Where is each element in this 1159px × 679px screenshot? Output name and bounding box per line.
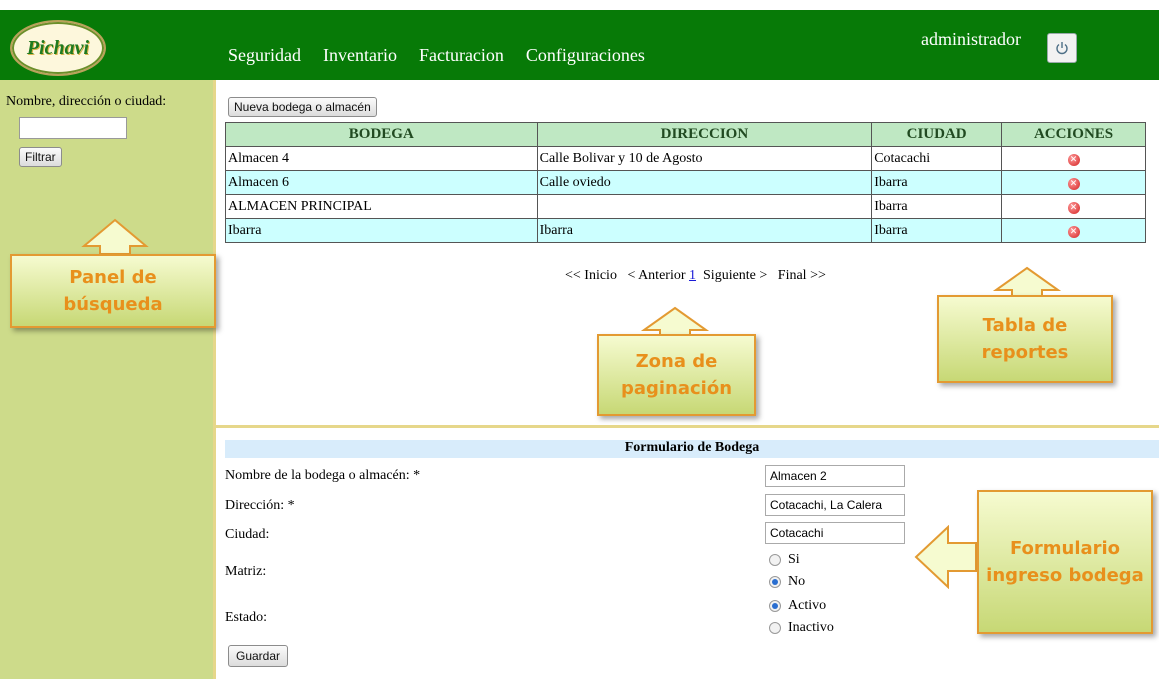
delete-icon[interactable]: ✕ — [1067, 177, 1080, 190]
pager-next[interactable]: Siguiente > — [703, 268, 767, 283]
cell-ciudad: Ibarra — [871, 218, 1003, 243]
pager-first[interactable]: << Inicio — [565, 268, 617, 283]
save-button[interactable]: Guardar — [228, 645, 289, 667]
annotation-line: reportes — [981, 342, 1069, 363]
section-divider — [216, 425, 1159, 428]
annotation-line: ingreso bodega — [986, 565, 1144, 586]
pagination: << Inicio < Anterior 1 Siguiente > Final… — [565, 268, 826, 284]
search-panel: Nombre, dirección o ciudad: Filtrar — [0, 80, 216, 679]
column-header-direccion[interactable]: DIRECCION — [536, 122, 873, 147]
cell-bodega: Almacen 6 — [225, 170, 538, 195]
estado-option-activo[interactable]: Activo — [769, 598, 826, 614]
table-row[interactable]: Ibarra Ibarra Ibarra ✕ — [225, 218, 1146, 243]
annotation-form: Formulario ingreso bodega — [977, 490, 1153, 634]
search-input[interactable] — [19, 117, 127, 139]
cell-direccion — [536, 194, 873, 219]
radio-label: No — [788, 574, 806, 589]
app-logo[interactable]: Pichavi — [10, 20, 106, 76]
cell-direccion: Calle Bolivar y 10 de Agosto — [536, 146, 873, 171]
radio-selected-icon — [769, 600, 781, 612]
estado-option-inactivo[interactable]: Inactivo — [769, 620, 834, 636]
matriz-option-no[interactable]: No — [769, 574, 805, 590]
annotation-pagination: Zona de paginación — [597, 334, 756, 416]
menu-item-inventario[interactable]: Inventario — [323, 45, 397, 66]
cell-bodega: Ibarra — [225, 218, 538, 243]
name-field[interactable]: Almacen 2 — [765, 465, 905, 487]
arrow-up-icon — [81, 218, 149, 255]
menu-item-seguridad[interactable]: Seguridad — [228, 45, 301, 66]
menu-item-configuraciones[interactable]: Configuraciones — [526, 45, 645, 66]
estado-label: Estado: — [225, 610, 267, 625]
arrow-left-icon — [914, 525, 977, 589]
annotation-search-panel: Panel de búsqueda — [10, 254, 216, 328]
annotation-line: Tabla de — [982, 315, 1068, 336]
logo-text: Pichavi — [26, 36, 90, 59]
form-title: Formulario de Bodega — [225, 440, 1159, 458]
new-warehouse-button[interactable]: Nueva bodega o almacén — [228, 97, 377, 117]
column-header-acciones: ACCIONES — [1001, 122, 1146, 147]
city-label: Ciudad: — [225, 527, 270, 542]
radio-label: Activo — [788, 598, 827, 613]
column-header-bodega[interactable]: BODEGA — [225, 122, 538, 147]
main-menu: Seguridad Inventario Facturacion Configu… — [228, 45, 645, 66]
arrow-up-icon — [992, 266, 1062, 297]
annotation-line: Formulario — [1009, 538, 1121, 559]
annotation-line: paginación — [620, 378, 733, 399]
address-label: Dirección: * — [225, 498, 295, 513]
annotation-line: Zona de — [635, 351, 718, 372]
delete-icon[interactable]: ✕ — [1067, 225, 1080, 238]
table-header-row: BODEGA DIRECCION CIUDAD ACCIONES — [225, 122, 1146, 147]
table-row[interactable]: ALMACEN PRINCIPAL Ibarra ✕ — [225, 194, 1146, 219]
cell-ciudad: Ibarra — [871, 170, 1003, 195]
annotation-line: búsqueda — [63, 294, 163, 315]
matriz-label: Matriz: — [225, 564, 267, 579]
delete-icon[interactable]: ✕ — [1067, 153, 1080, 166]
cell-acciones: ✕ — [1001, 194, 1146, 219]
radio-label: Si — [788, 552, 800, 567]
username-label: administrador — [921, 29, 1021, 49]
cell-direccion: Calle oviedo — [536, 170, 873, 195]
cell-acciones: ✕ — [1001, 170, 1146, 195]
pager-page-1[interactable]: 1 — [689, 268, 696, 283]
pager-last[interactable]: Final >> — [778, 268, 826, 283]
cell-bodega: Almacen 4 — [225, 146, 538, 171]
address-field[interactable]: Cotacachi, La Calera — [765, 494, 905, 516]
power-icon[interactable] — [1047, 33, 1077, 63]
city-field[interactable]: Cotacachi — [765, 522, 905, 544]
warehouse-table: BODEGA DIRECCION CIUDAD ACCIONES Almacen… — [225, 122, 1146, 243]
matriz-option-si[interactable]: Si — [769, 552, 800, 568]
name-label: Nombre de la bodega o almacén: * — [225, 468, 421, 483]
delete-icon[interactable]: ✕ — [1067, 201, 1080, 214]
radio-label: Inactivo — [788, 620, 834, 635]
pager-prev[interactable]: < Anterior — [627, 268, 685, 283]
cell-ciudad: Ibarra — [871, 194, 1003, 219]
radio-icon — [769, 622, 781, 634]
radio-icon — [769, 554, 781, 566]
annotation-line: Panel de — [69, 267, 157, 288]
table-row[interactable]: Almacen 4 Calle Bolivar y 10 de Agosto C… — [225, 146, 1146, 171]
cell-acciones: ✕ — [1001, 146, 1146, 171]
menu-item-facturacion[interactable]: Facturacion — [419, 45, 504, 66]
column-header-ciudad[interactable]: CIUDAD — [871, 122, 1003, 147]
cell-ciudad: Cotacachi — [871, 146, 1003, 171]
filter-button[interactable]: Filtrar — [19, 147, 62, 167]
annotation-reports-table: Tabla de reportes — [937, 295, 1113, 383]
radio-selected-icon — [769, 576, 781, 588]
cell-direccion: Ibarra — [536, 218, 873, 243]
table-row[interactable]: Almacen 6 Calle oviedo Ibarra ✕ — [225, 170, 1146, 195]
cell-acciones: ✕ — [1001, 218, 1146, 243]
cell-bodega: ALMACEN PRINCIPAL — [225, 194, 538, 219]
search-label: Nombre, dirección o ciudad: — [6, 94, 167, 109]
